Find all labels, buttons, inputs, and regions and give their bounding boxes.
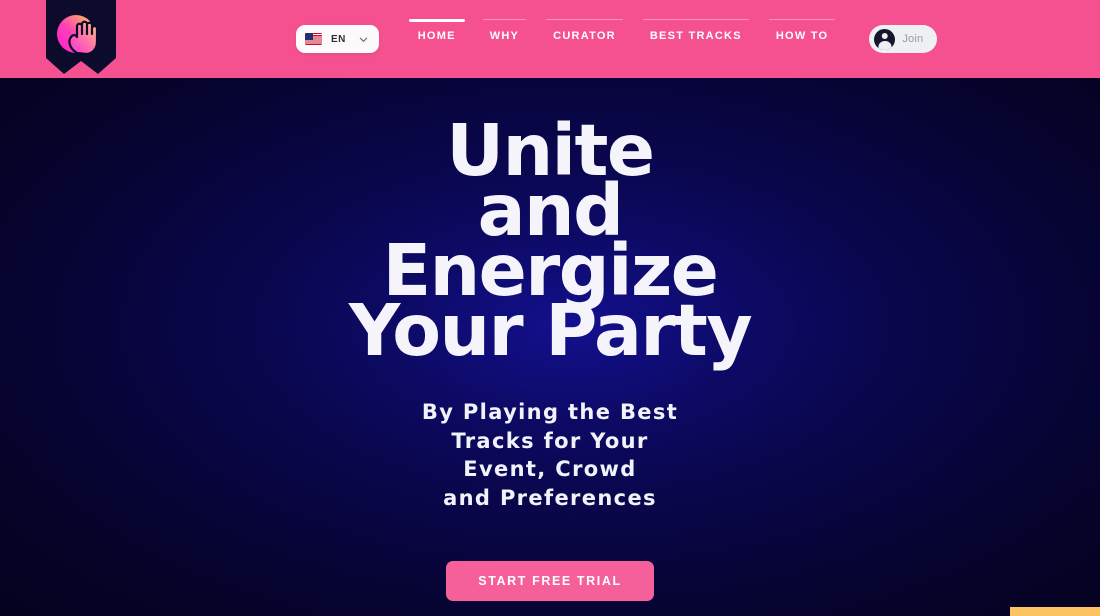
page-root: Unite and Energize Your Party By Playing… xyxy=(0,0,1100,616)
language-label: EN xyxy=(331,33,346,45)
hero-headline: Unite and Energize Your Party xyxy=(0,115,1100,372)
hero-cta-group: START FREE TRIAL No credit card required xyxy=(0,561,1100,616)
subheadline-line-1: By Playing the Best xyxy=(421,400,679,424)
nav-label-home: HOME xyxy=(417,30,456,42)
site-header: EN HOME WHY CURATOR BEST TRACKS HOW TO J… xyxy=(0,0,1100,78)
nav-item-how-to[interactable]: HOW TO xyxy=(759,19,846,42)
nav-divider xyxy=(546,19,623,20)
nav-label-how-to: HOW TO xyxy=(775,30,829,42)
nav-item-best-tracks[interactable]: BEST TRACKS xyxy=(633,19,759,42)
join-label: Join xyxy=(902,33,924,45)
nav-item-curator[interactable]: CURATOR xyxy=(536,19,633,42)
join-button[interactable]: Join xyxy=(869,25,938,53)
subheadline-line-2: Tracks for Your xyxy=(451,428,649,453)
headline-line-4: Your Party xyxy=(348,289,753,372)
subheadline-line-4: and Preferences xyxy=(443,485,657,510)
chevron-down-icon xyxy=(359,35,368,44)
dj-hand-shield-logo[interactable] xyxy=(46,0,116,82)
language-selector[interactable]: EN xyxy=(296,25,379,53)
nav-active-indicator xyxy=(408,19,465,22)
us-flag-icon xyxy=(305,33,322,45)
nav-divider xyxy=(642,19,749,20)
nav-label-best-tracks: BEST TRACKS xyxy=(649,30,742,42)
subheadline-line-3: Event, Crowd xyxy=(463,457,637,481)
nav-divider xyxy=(768,19,836,20)
nav-label-curator: CURATOR xyxy=(553,30,616,42)
bottom-accent-bar xyxy=(1010,607,1100,616)
hero-section: Unite and Energize Your Party By Playing… xyxy=(0,78,1100,616)
nav-divider xyxy=(482,19,527,20)
main-navigation: HOME WHY CURATOR BEST TRACKS HOW TO xyxy=(401,0,846,78)
hero-subheadline: By Playing the Best Tracks for Your Even… xyxy=(0,398,1100,512)
nav-item-why[interactable]: WHY xyxy=(473,19,536,42)
user-avatar-icon xyxy=(874,28,896,50)
nav-label-why: WHY xyxy=(489,30,520,42)
start-free-trial-button[interactable]: START FREE TRIAL xyxy=(446,561,654,601)
nav-item-home[interactable]: HOME xyxy=(401,19,473,42)
header-nav-cluster: EN HOME WHY CURATOR BEST TRACKS HOW TO J… xyxy=(296,0,938,78)
